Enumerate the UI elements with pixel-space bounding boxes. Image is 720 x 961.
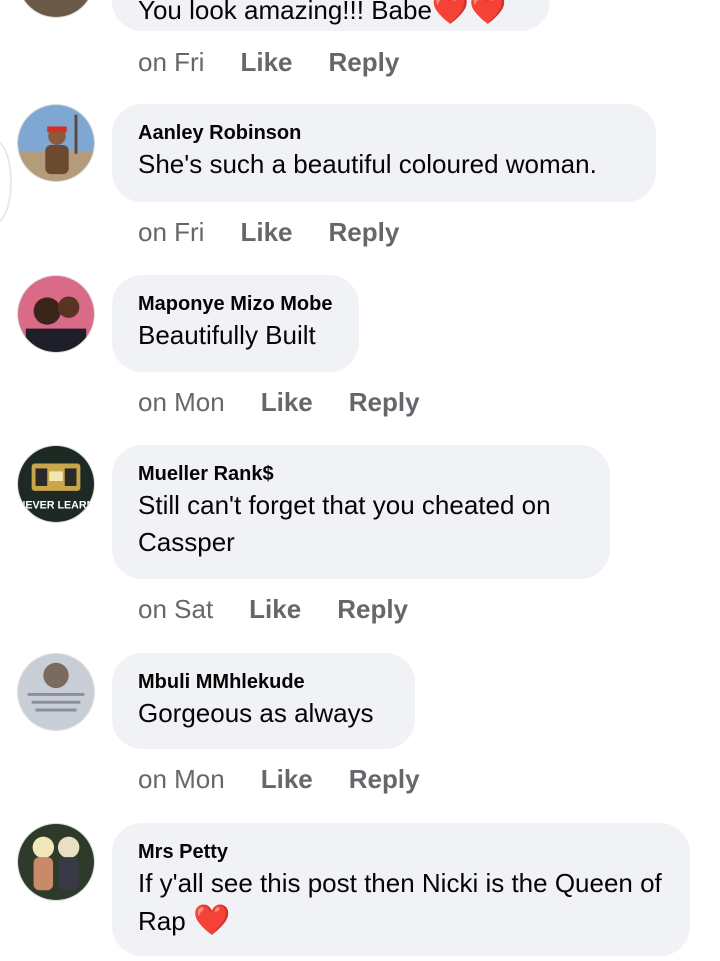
reply-button[interactable]: Reply (337, 594, 408, 625)
comment-bubble: You look amazing!!! Babe❤️❤️ (112, 0, 550, 31)
comment-timestamp: on Mon (138, 763, 225, 794)
commenter-name[interactable]: Mbuli MMhlekude (138, 669, 389, 695)
comment-timestamp: on Sat (138, 593, 214, 624)
avatar[interactable]: NEVER LEARN (17, 445, 95, 523)
comment-bubble: Mrs Petty If y'all see this post then Ni… (112, 823, 690, 956)
comment-text: Beautifully Built (138, 320, 316, 350)
like-button[interactable]: Like (240, 47, 292, 78)
comment-text: Gorgeous as always (138, 698, 374, 728)
comment-text: She's such a beautiful coloured woman. (138, 149, 597, 179)
comment-bubble: Mueller Rank$ Still can't forget that yo… (112, 445, 610, 579)
comment-bubble: Aanley Robinson She's such a beautiful c… (112, 104, 656, 202)
avatar[interactable] (17, 0, 95, 18)
reply-button[interactable]: Reply (349, 387, 420, 418)
comment-actions: on Sat Like Reply (138, 591, 444, 627)
like-button[interactable]: Like (261, 764, 313, 795)
commenter-name[interactable]: Mrs Petty (138, 839, 664, 865)
comment-text: You look amazing!!! Babe (138, 0, 432, 25)
like-button[interactable]: Like (249, 594, 301, 625)
comment-timestamp: on Mon (138, 386, 225, 417)
comment-timestamp: on Fri (138, 216, 205, 247)
comment-actions: on Fri Like Reply (138, 214, 435, 250)
reply-button[interactable]: Reply (329, 217, 400, 248)
comment-actions: on Mon Like Reply (138, 761, 456, 797)
commenter-name[interactable]: Mueller Rank$ (138, 461, 584, 487)
heart-emoji: ❤️❤️ (431, 0, 507, 26)
avatar[interactable] (17, 653, 95, 731)
comment-actions: on Mon Like Reply (138, 384, 456, 420)
avatar[interactable] (17, 104, 95, 182)
comment-bubble: Mbuli MMhlekude Gorgeous as always (112, 653, 415, 749)
avatar-text: NEVER LEARN (18, 499, 94, 511)
like-button[interactable]: Like (261, 387, 313, 418)
comment-bubble: Maponye Mizo Mobe Beautifully Built (112, 275, 359, 372)
comment-text: Still can't forget that you cheated on C… (138, 490, 551, 557)
reply-button[interactable]: Reply (329, 47, 400, 78)
left-edge-decoration (0, 140, 12, 224)
reply-button[interactable]: Reply (349, 764, 420, 795)
avatar[interactable] (17, 275, 95, 353)
avatar[interactable] (17, 823, 95, 901)
comment-timestamp: on Fri (138, 46, 205, 77)
comment-actions: on Fri Like Reply (138, 44, 435, 80)
commenter-name[interactable]: Aanley Robinson (138, 120, 630, 146)
like-button[interactable]: Like (240, 217, 292, 248)
commenter-name[interactable]: Maponye Mizo Mobe (138, 291, 333, 317)
heart-emoji: ❤️ (192, 904, 231, 937)
